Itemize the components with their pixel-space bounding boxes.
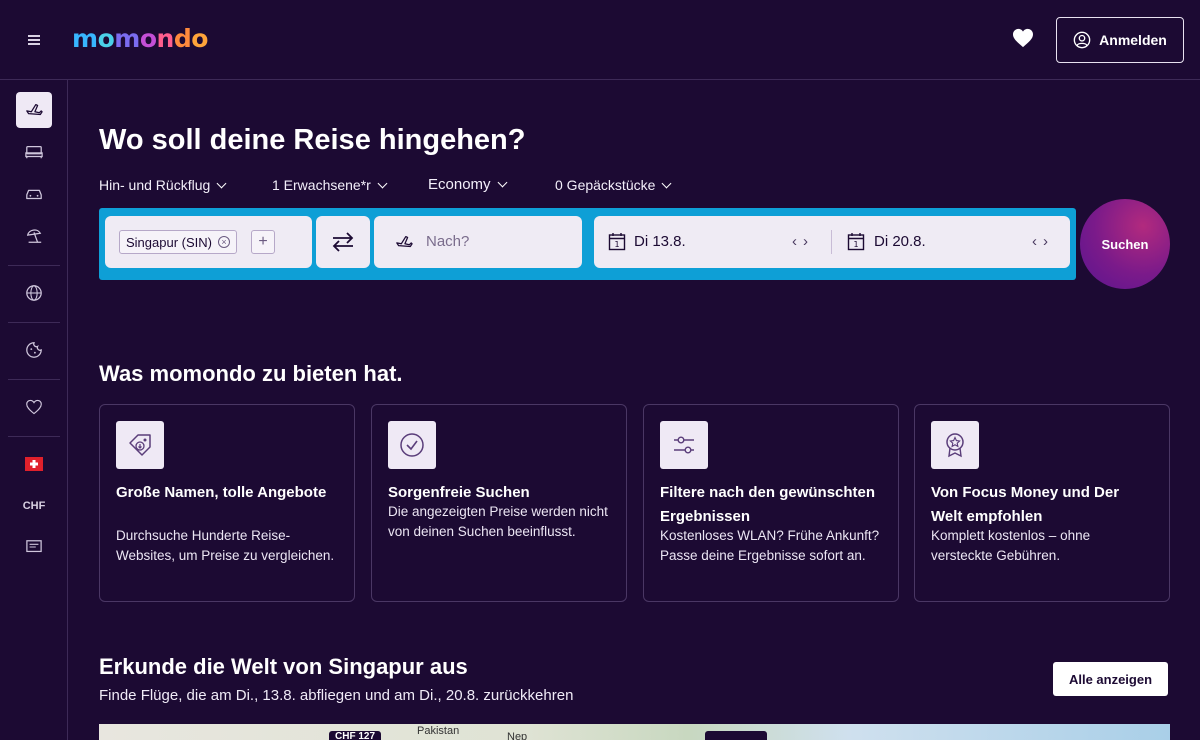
- feature-text: Kostenloses WLAN? Frühe Ankunft? Passe d…: [660, 528, 880, 563]
- map-label: Nep: [507, 731, 528, 740]
- sidebar-item-packages[interactable]: [16, 218, 52, 254]
- destination-field[interactable]: Nach?: [374, 216, 582, 268]
- top-header: momondo Anmelden: [0, 0, 1200, 80]
- user-icon: [1073, 31, 1091, 49]
- bed-icon: [25, 145, 43, 159]
- sliders-icon: [660, 421, 708, 469]
- return-date-arrows[interactable]: ‹›: [1032, 233, 1054, 250]
- swap-button[interactable]: [316, 216, 370, 268]
- car-icon: [26, 189, 42, 200]
- sidebar-item-hotels[interactable]: [16, 134, 52, 170]
- globe-icon: [26, 285, 42, 301]
- login-button[interactable]: Anmelden: [1056, 17, 1184, 63]
- calendar-icon: 1: [608, 233, 626, 251]
- cabin-dropdown[interactable]: Economy: [428, 176, 507, 193]
- origin-chip: Singapur (SIN) ×: [119, 230, 237, 254]
- trip-type-dropdown[interactable]: Hin- und Rückflug: [99, 177, 227, 193]
- check-circle-icon: [388, 421, 436, 469]
- momondo-logo[interactable]: momondo: [72, 24, 208, 53]
- map-label: Pakistan: [417, 725, 460, 737]
- feature-title: Von Focus Money und Der Welt empfohlen: [931, 484, 1120, 525]
- feature-card: Sorgenfreie Suchen Die angezeigten Preis…: [371, 404, 627, 602]
- sidebar-item-country[interactable]: [16, 446, 52, 482]
- depart-date-arrows[interactable]: ‹›: [792, 233, 814, 250]
- bags-dropdown[interactable]: 0 Gepäckstücke: [555, 177, 672, 193]
- explore-map[interactable]: Pakistan Nep CHF 127: [99, 724, 1170, 740]
- map-price-pill[interactable]: [705, 731, 767, 740]
- page-title: Wo soll deine Reise hingehen?: [99, 124, 526, 156]
- calendar-icon: 1: [847, 233, 865, 251]
- chevron-down-icon: [216, 178, 227, 188]
- price-tag-icon: [116, 421, 164, 469]
- show-all-button[interactable]: Alle anzeigen: [1053, 662, 1168, 696]
- flight-search-form: Singapur (SIN) × + Nach? 1 Di 13.8. ‹› 1…: [99, 208, 1076, 280]
- sidebar: CHF: [0, 80, 68, 740]
- favorites-heart-icon[interactable]: [1012, 28, 1040, 54]
- svg-text:1: 1: [854, 240, 859, 249]
- menu-icon[interactable]: [22, 28, 46, 52]
- explore-subtitle: Finde Flüge, die am Di., 13.8. abfliegen…: [99, 687, 574, 704]
- award-icon: [931, 421, 979, 469]
- feature-text: Komplett kostenlos – ohne versteckte Geb…: [931, 528, 1091, 563]
- beach-umbrella-icon: [26, 229, 42, 243]
- map-price-pill[interactable]: CHF 127: [329, 731, 382, 740]
- add-origin-button[interactable]: +: [251, 230, 275, 254]
- feature-title: Filtere nach den gewünschten Ergebnissen: [660, 484, 876, 525]
- message-icon: [26, 540, 42, 553]
- return-date[interactable]: Di 20.8.: [874, 233, 926, 250]
- svg-text:1: 1: [615, 240, 620, 249]
- chevron-down-icon: [497, 177, 507, 188]
- sidebar-item-explore[interactable]: [16, 275, 52, 311]
- feature-card: Filtere nach den gewünschten Ergebnissen…: [643, 404, 899, 602]
- sidebar-item-trips[interactable]: [16, 332, 52, 368]
- cookie-icon: [26, 342, 42, 358]
- sidebar-item-flights[interactable]: [16, 92, 52, 128]
- explore-title: Erkunde die Welt von Singapur aus: [99, 654, 468, 679]
- sidebar-item-saved[interactable]: [16, 389, 52, 425]
- feature-text: Die angezeigten Preise werden nicht von …: [388, 504, 608, 539]
- plane-icon: [396, 235, 413, 248]
- heart-outline-icon: [26, 399, 42, 415]
- currency-selector[interactable]: CHF: [16, 500, 52, 512]
- destination-placeholder: Nach?: [426, 233, 470, 250]
- remove-origin-icon[interactable]: ×: [217, 236, 230, 248]
- chevron-down-icon: [661, 178, 672, 188]
- sidebar-item-feedback[interactable]: [16, 529, 52, 565]
- feature-text: Durchsuche Hunderte Reise-Websites, um P…: [116, 528, 335, 563]
- travellers-dropdown[interactable]: 1 Erwachsene*r: [272, 177, 388, 193]
- depart-date[interactable]: Di 13.8.: [634, 233, 686, 250]
- plane-icon: [26, 103, 43, 116]
- origin-field[interactable]: Singapur (SIN) × +: [105, 216, 312, 268]
- feature-title: Große Namen, tolle Angebote: [116, 484, 327, 501]
- feature-card: Von Focus Money und Der Welt empfohlen K…: [914, 404, 1170, 602]
- sidebar-item-cars[interactable]: [16, 176, 52, 212]
- swiss-flag-icon: [25, 457, 43, 471]
- search-button[interactable]: Suchen: [1080, 199, 1170, 289]
- login-label: Anmelden: [1099, 32, 1167, 48]
- feature-card: Große Namen, tolle Angebote Durchsuche H…: [99, 404, 355, 602]
- chevron-down-icon: [377, 178, 388, 188]
- swap-arrows-icon: [332, 232, 354, 252]
- dates-field: 1 Di 13.8. ‹› 1 Di 20.8. ‹›: [594, 216, 1070, 268]
- features-title: Was momondo zu bieten hat.: [99, 361, 403, 386]
